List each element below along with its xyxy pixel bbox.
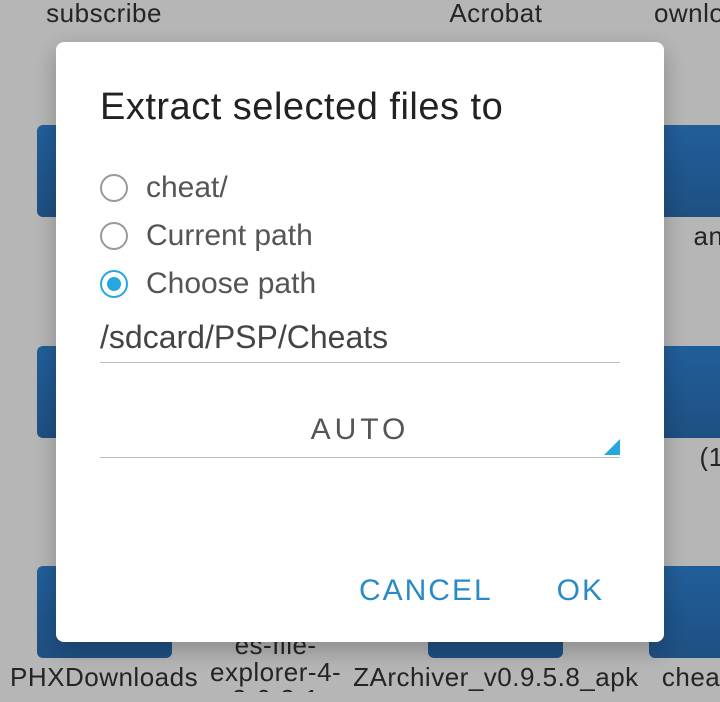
radio-option-archive-folder[interactable]: cheat/ — [100, 171, 620, 205]
encoding-dropdown[interactable]: AUTO — [100, 407, 620, 458]
chevron-down-icon — [604, 439, 620, 455]
destination-radio-group: cheat/ Current path Choose path — [100, 171, 620, 301]
radio-icon — [100, 222, 128, 250]
dialog-actions: CANCEL OK — [100, 568, 620, 622]
radio-option-choose-path[interactable]: Choose path — [100, 267, 620, 301]
radio-option-current-path[interactable]: Current path — [100, 219, 620, 253]
dropdown-selected-value: AUTO — [311, 413, 410, 446]
radio-label: cheat/ — [146, 171, 228, 205]
extract-dialog: Extract selected files to cheat/ Current… — [56, 42, 664, 642]
radio-label: Choose path — [146, 267, 316, 301]
cancel-button[interactable]: CANCEL — [355, 568, 497, 614]
dialog-title: Extract selected files to — [100, 86, 620, 129]
destination-path-input[interactable] — [100, 315, 620, 363]
radio-icon — [100, 174, 128, 202]
ok-button[interactable]: OK — [553, 568, 608, 614]
radio-label: Current path — [146, 219, 313, 253]
radio-icon — [100, 270, 128, 298]
